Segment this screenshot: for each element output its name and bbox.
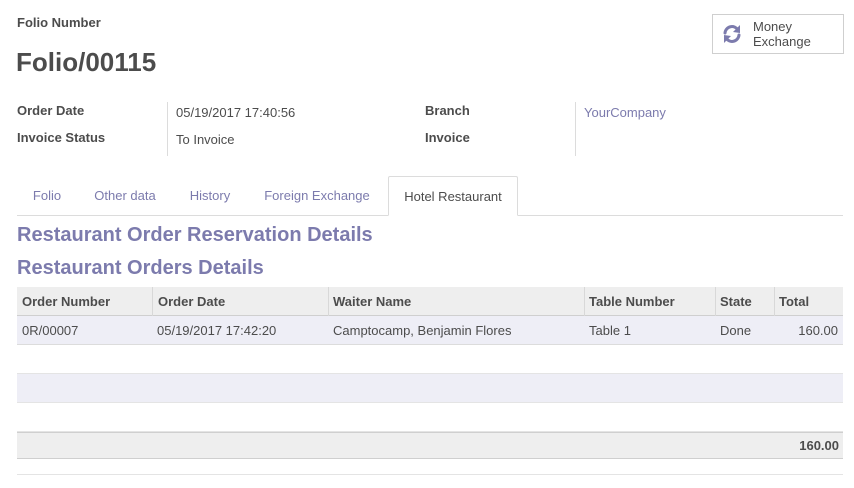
cell-state: Done <box>720 323 752 338</box>
column-header-order-date[interactable]: Order Date <box>153 287 328 316</box>
field-divider <box>575 102 576 156</box>
orders-section-title: Restaurant Orders Details <box>17 257 264 279</box>
table-row[interactable]: 0R/00007 05/19/2017 17:42:20 Camptocamp,… <box>17 316 843 345</box>
money-exchange-label-line2: Exchange <box>753 34 811 49</box>
order-date-value[interactable]: 05/19/2017 17:40:56 <box>176 105 295 120</box>
empty-row <box>17 403 843 432</box>
tab-folio[interactable]: Folio <box>17 176 77 216</box>
divider <box>17 474 843 475</box>
notebook-tabs: Folio Other data History Foreign Exchang… <box>17 176 843 216</box>
order-date-label: Order Date <box>17 103 85 118</box>
tab-history[interactable]: History <box>177 176 243 216</box>
empty-row <box>17 345 843 374</box>
folio-title: Folio/00115 <box>16 47 157 77</box>
column-header-table-number[interactable]: Table Number <box>584 287 715 316</box>
cell-order-number: 0R/00007 <box>22 323 79 338</box>
branch-link[interactable]: YourCompany <box>584 105 666 120</box>
footer-total: 160.00 <box>799 438 839 453</box>
cell-total: 160.00 <box>798 323 838 338</box>
column-header-total[interactable]: Total <box>774 287 843 316</box>
column-header-waiter-name[interactable]: Waiter Name <box>328 287 584 316</box>
cell-waiter-name: Camptocamp, Benjamin Flores <box>333 323 512 338</box>
money-exchange-label-line1: Money <box>753 19 793 34</box>
tab-other-data[interactable]: Other data <box>83 176 167 216</box>
branch-label: Branch <box>425 103 470 118</box>
cell-order-date: 05/19/2017 17:42:20 <box>157 323 277 338</box>
refresh-icon <box>721 23 743 45</box>
reservation-section-title: Restaurant Order Reservation Details <box>17 224 373 246</box>
field-divider <box>167 102 168 156</box>
tab-hotel-restaurant[interactable]: Hotel Restaurant <box>388 176 518 216</box>
invoice-status-label: Invoice Status <box>17 130 106 145</box>
money-exchange-button[interactable]: Money Exchange <box>712 14 844 54</box>
invoice-status-value[interactable]: To Invoice <box>176 132 235 147</box>
table-footer: 160.00 <box>17 432 843 459</box>
column-header-order-number[interactable]: Order Number <box>17 287 152 316</box>
column-header-state[interactable]: State <box>715 287 774 316</box>
table-header: Order Number Order Date Waiter Name Tabl… <box>17 287 843 316</box>
invoice-label: Invoice <box>425 130 470 145</box>
empty-row <box>17 374 843 403</box>
cell-table-number: Table 1 <box>589 323 631 338</box>
tab-foreign-exchange[interactable]: Foreign Exchange <box>253 176 381 216</box>
folio-number-label: Folio Number <box>17 15 101 30</box>
